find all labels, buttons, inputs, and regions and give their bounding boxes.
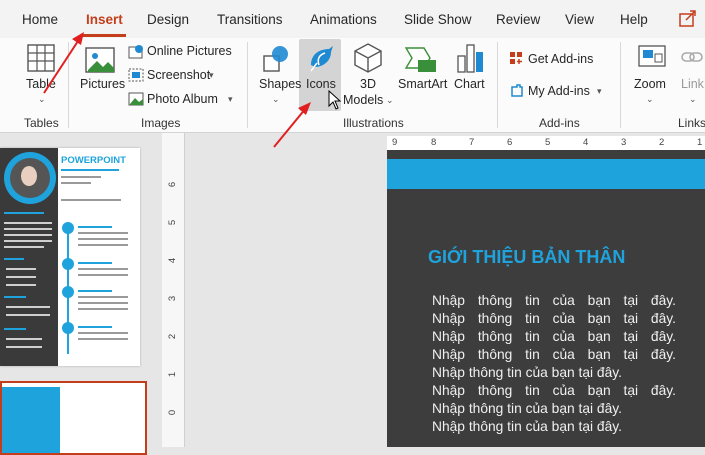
online-pictures-button[interactable]: Online Pictures bbox=[147, 44, 232, 58]
online-pictures-icon[interactable] bbox=[128, 44, 144, 65]
ruler-number: 2 bbox=[659, 137, 665, 148]
zoom-button-label[interactable]: Zoom bbox=[634, 77, 666, 91]
get-addins-button[interactable]: Get Add-ins bbox=[528, 52, 593, 66]
ruler-number: 6 bbox=[167, 181, 179, 188]
slide-body-line[interactable]: Nhập thông tin của bạn tại đây. bbox=[432, 329, 676, 344]
3d-models-chevron-icon[interactable]: ⌄ bbox=[386, 95, 394, 106]
chart-button-label[interactable]: Chart bbox=[454, 77, 485, 91]
ruler-number: 3 bbox=[167, 295, 179, 302]
photo-album-button[interactable]: Photo Album bbox=[147, 92, 218, 106]
slide-body-line[interactable]: Nhập thông tin của bạn tại đây. bbox=[432, 383, 676, 398]
slide-body-line[interactable]: Nhập thông tin của bạn tại đây. bbox=[432, 293, 676, 308]
icons-icon[interactable] bbox=[305, 43, 337, 80]
3d-models-label-line1[interactable]: 3D bbox=[360, 77, 376, 91]
vertical-ruler bbox=[162, 133, 185, 447]
shapes-icon[interactable] bbox=[261, 43, 293, 80]
mouse-cursor-icon bbox=[328, 89, 342, 115]
thumbnail-profile-photo bbox=[4, 152, 56, 204]
ruler-number: 2 bbox=[167, 333, 179, 340]
photo-album-icon[interactable] bbox=[128, 91, 144, 112]
slide-thumbnail-selected[interactable] bbox=[0, 381, 147, 455]
tab-help[interactable]: Help bbox=[620, 12, 648, 27]
illustrations-group-label: Illustrations bbox=[343, 116, 404, 130]
ruler-number: 5 bbox=[545, 137, 551, 148]
ruler-number: 9 bbox=[392, 137, 398, 148]
slide-blue-band bbox=[387, 159, 705, 189]
tab-slide-show[interactable]: Slide Show bbox=[404, 12, 472, 27]
chart-icon[interactable] bbox=[455, 42, 485, 79]
slide-body-line[interactable]: Nhập thông tin của bạn tại đây. bbox=[432, 347, 676, 362]
ruler-number: 7 bbox=[469, 137, 475, 148]
slide-body-line[interactable]: Nhập thông tin của bạn tại đây. bbox=[432, 401, 676, 416]
my-addins-chevron-icon[interactable]: ▾ bbox=[597, 86, 602, 97]
share-icon[interactable] bbox=[677, 8, 699, 35]
slide-body-line[interactable]: Nhập thông tin của bạn tại đây. bbox=[432, 311, 676, 326]
screenshot-button[interactable]: Screenshot bbox=[147, 68, 210, 82]
group-divider bbox=[68, 42, 69, 128]
table-chevron-icon[interactable]: ⌄ bbox=[38, 94, 46, 105]
tab-design[interactable]: Design bbox=[147, 12, 189, 27]
photo-album-chevron-icon[interactable]: ▾ bbox=[228, 94, 233, 105]
screenshot-chevron-icon[interactable]: ▾ bbox=[209, 70, 214, 81]
group-divider bbox=[497, 42, 498, 128]
tab-animations[interactable]: Animations bbox=[310, 12, 377, 27]
group-divider bbox=[620, 42, 621, 128]
slide-body-line[interactable]: Nhập thông tin của bạn tại đây. bbox=[432, 365, 676, 380]
ruler-number: 1 bbox=[167, 371, 179, 378]
links-group-label: Links bbox=[678, 116, 705, 130]
tab-home[interactable]: Home bbox=[22, 12, 58, 27]
tab-view[interactable]: View bbox=[565, 12, 594, 27]
pictures-button-label[interactable]: Pictures bbox=[80, 77, 125, 91]
my-addins-button[interactable]: My Add-ins bbox=[528, 84, 590, 98]
slide-title[interactable]: GIỚI THIỆU BẢN THÂN bbox=[428, 247, 625, 268]
table-button-label[interactable]: Table bbox=[26, 77, 56, 91]
link-icon[interactable] bbox=[680, 46, 704, 73]
shapes-button-label[interactable]: Shapes bbox=[259, 77, 301, 91]
ruler-number: 4 bbox=[167, 257, 179, 264]
tab-transitions[interactable]: Transitions bbox=[217, 12, 283, 27]
shapes-chevron-icon[interactable]: ⌄ bbox=[272, 94, 280, 105]
ribbon-tab-bar: Home Insert Design Transitions Animation… bbox=[0, 0, 705, 38]
zoom-chevron-icon[interactable]: ⌄ bbox=[646, 94, 654, 105]
screenshot-icon[interactable] bbox=[128, 67, 144, 88]
link-chevron-icon[interactable]: ⌄ bbox=[689, 94, 697, 105]
ruler-number: 4 bbox=[583, 137, 589, 148]
get-addins-icon[interactable] bbox=[509, 51, 524, 71]
ruler-number: 0 bbox=[167, 409, 179, 416]
thumbnail-blue-panel bbox=[2, 387, 60, 453]
ruler-number: 6 bbox=[507, 137, 513, 148]
table-icon[interactable] bbox=[26, 43, 56, 78]
zoom-icon[interactable] bbox=[637, 44, 667, 75]
ruler-number: 8 bbox=[431, 137, 437, 148]
tab-review[interactable]: Review bbox=[496, 12, 540, 27]
tab-insert[interactable]: Insert bbox=[86, 12, 123, 27]
3d-models-label-line2[interactable]: Models bbox=[343, 93, 383, 107]
3d-models-icon[interactable] bbox=[352, 42, 384, 79]
active-tab-underline bbox=[82, 34, 126, 37]
icons-button-label[interactable]: Icons bbox=[306, 77, 336, 91]
ruler-number: 1 bbox=[697, 137, 703, 148]
images-group-label: Images bbox=[141, 116, 181, 130]
pictures-icon[interactable] bbox=[84, 44, 118, 81]
slide-thumbnail[interactable]: POWERPOINT bbox=[0, 148, 140, 366]
ruler-number: 5 bbox=[167, 219, 179, 226]
thumbnail-title: POWERPOINT bbox=[61, 155, 126, 166]
link-button-label[interactable]: Link bbox=[681, 77, 704, 91]
smartart-icon[interactable] bbox=[404, 44, 438, 79]
my-addins-icon[interactable] bbox=[509, 83, 525, 104]
addins-group-label: Add-ins bbox=[539, 116, 580, 130]
slide-body-line[interactable]: Nhập thông tin của bạn tại đây. bbox=[432, 419, 676, 434]
tables-group-label: Tables bbox=[24, 116, 59, 130]
group-divider bbox=[247, 42, 248, 128]
smartart-button-label[interactable]: SmartArt bbox=[398, 77, 447, 91]
ruler-number: 3 bbox=[621, 137, 627, 148]
